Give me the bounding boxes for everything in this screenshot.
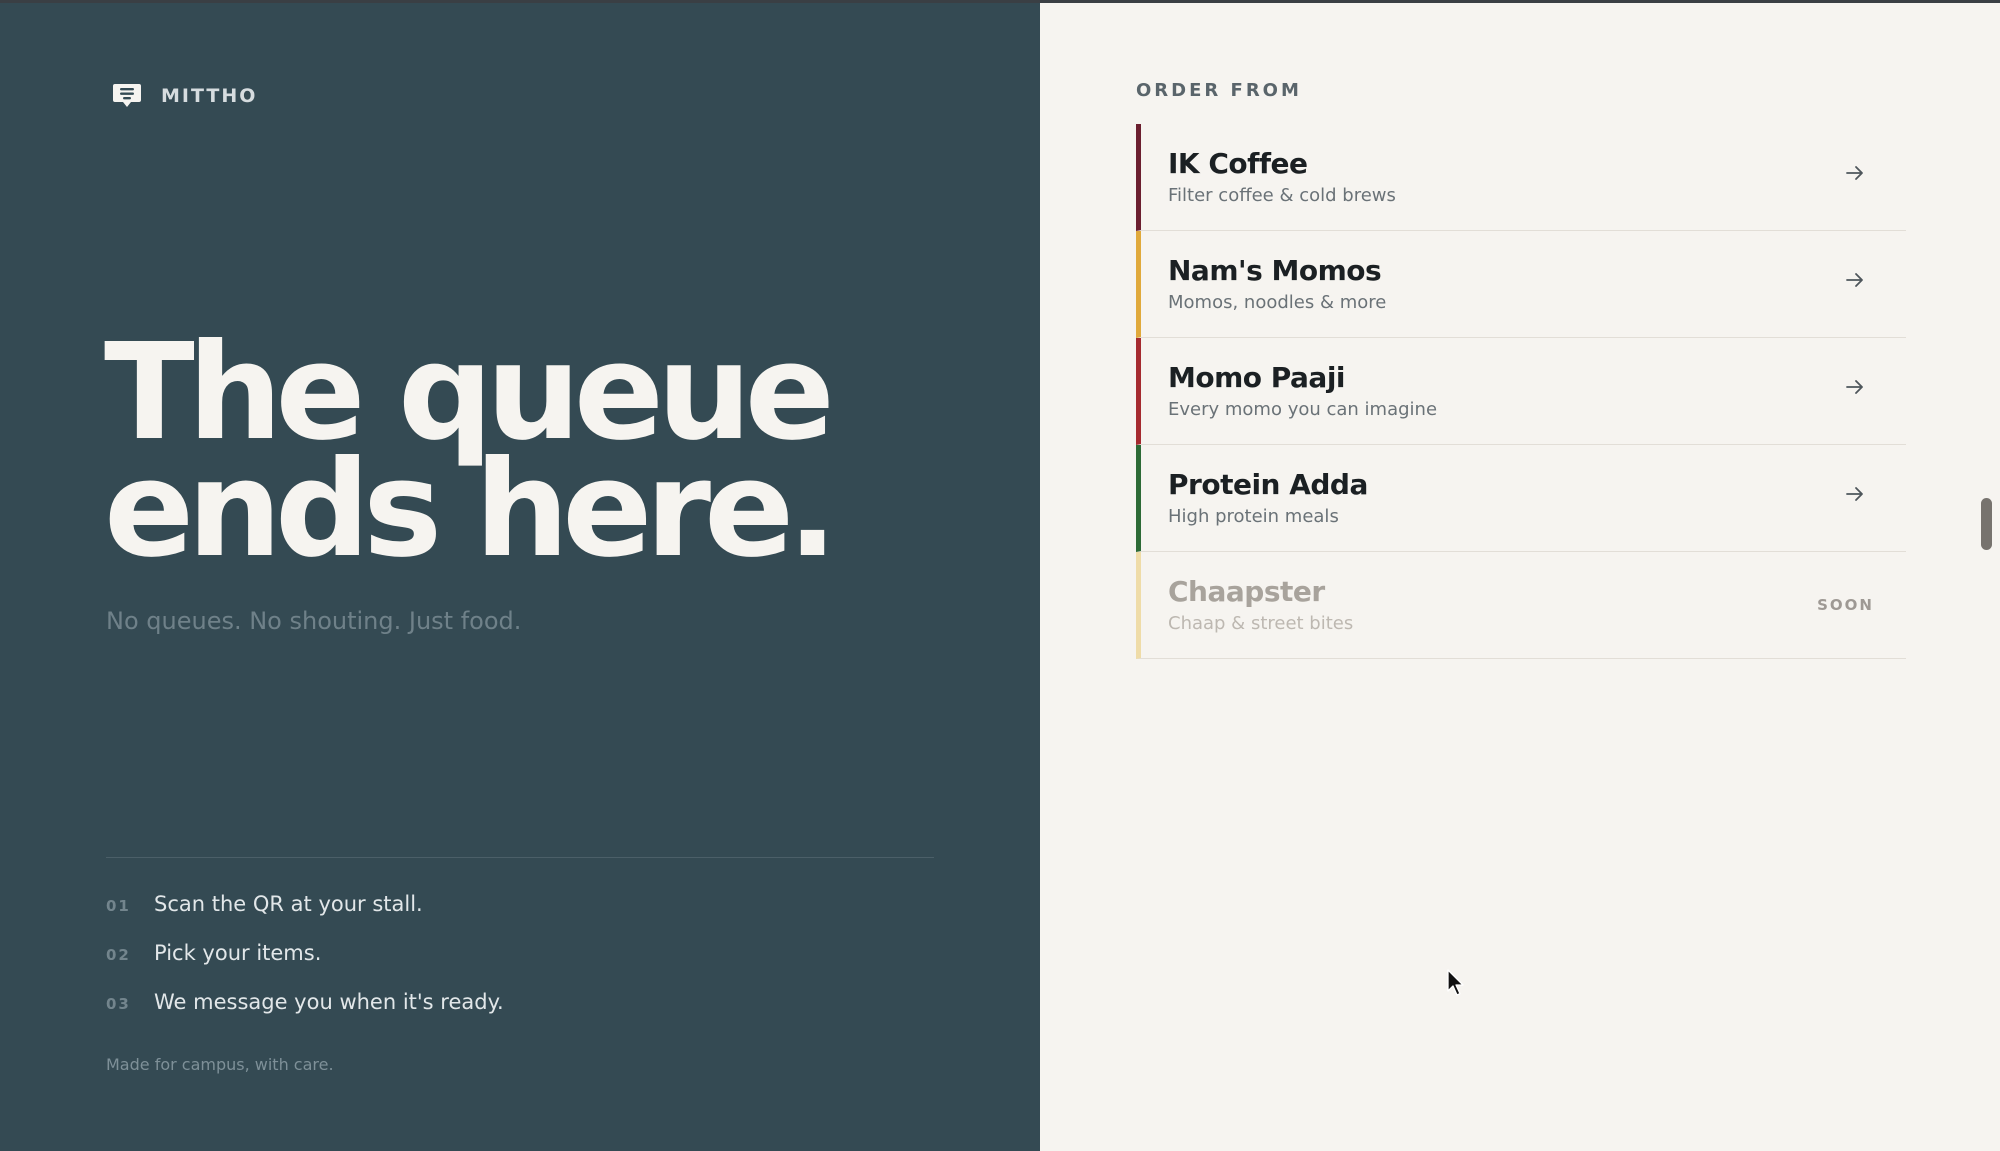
stall-name: Momo Paaji	[1168, 361, 1346, 394]
step-item: 03 We message you when it's ready.	[106, 990, 504, 1039]
stall-name: Nam's Momos	[1168, 254, 1382, 287]
scrollbar-thumb[interactable]	[1981, 498, 1992, 550]
arrow-right-icon	[1846, 166, 1863, 180]
arrow-right-icon	[1846, 487, 1863, 501]
arrow-right-icon	[1846, 380, 1863, 394]
hero-tagline: No queues. No shouting. Just food.	[106, 607, 522, 635]
stall-name: Protein Adda	[1168, 468, 1368, 501]
step-number: 02	[106, 946, 131, 964]
stall-list: IK Coffee Filter coffee & cold brews Nam…	[1136, 124, 1906, 659]
stall-description: Filter coffee & cold brews	[1168, 185, 1396, 206]
step-number: 03	[106, 995, 131, 1013]
stall-item-nams-momos[interactable]: Nam's Momos Momos, noodles & more	[1136, 231, 1906, 338]
order-from-label: ORDER FROM	[1136, 80, 1302, 101]
stall-item-protein-adda[interactable]: Protein Adda High protein meals	[1136, 445, 1906, 552]
hero-panel: MITTHO The queue ends here. No queues. N…	[0, 0, 1040, 1151]
stall-description: Chaap & street bites	[1168, 613, 1354, 634]
brand[interactable]: MITTHO	[112, 82, 257, 110]
step-text: Pick your items.	[154, 941, 322, 965]
stall-name: IK Coffee	[1168, 147, 1308, 180]
stall-item-ik-coffee[interactable]: IK Coffee Filter coffee & cold brews	[1136, 124, 1906, 231]
step-item: 02 Pick your items.	[106, 941, 504, 990]
order-panel: ORDER FROM IK Coffee Filter coffee & col…	[1040, 0, 2000, 1151]
steps-list: 01 Scan the QR at your stall. 02 Pick yo…	[106, 892, 504, 1039]
stall-description: Momos, noodles & more	[1168, 292, 1387, 313]
step-item: 01 Scan the QR at your stall.	[106, 892, 504, 941]
stall-item-chaapster: Chaapster Chaap & street bites SOON	[1136, 552, 1906, 659]
divider	[106, 857, 934, 858]
stall-description: High protein meals	[1168, 506, 1339, 527]
hero-headline: The queue ends here.	[104, 327, 838, 587]
step-number: 01	[106, 897, 131, 915]
chat-menu-icon	[113, 84, 141, 107]
coming-soon-badge: SOON	[1817, 596, 1874, 614]
window-top-border	[0, 0, 2000, 3]
brand-name: MITTHO	[161, 85, 258, 107]
step-text: We message you when it's ready.	[154, 990, 504, 1014]
mouse-cursor-icon	[1447, 969, 1464, 996]
step-text: Scan the QR at your stall.	[154, 892, 423, 916]
stall-name: Chaapster	[1168, 575, 1325, 608]
stall-description: Every momo you can imagine	[1168, 399, 1438, 420]
footer-note: Made for campus, with care.	[106, 1055, 334, 1074]
headline-line-2: ends here.	[104, 433, 838, 587]
arrow-right-icon	[1846, 273, 1863, 287]
stall-item-momo-paaji[interactable]: Momo Paaji Every momo you can imagine	[1136, 338, 1906, 445]
